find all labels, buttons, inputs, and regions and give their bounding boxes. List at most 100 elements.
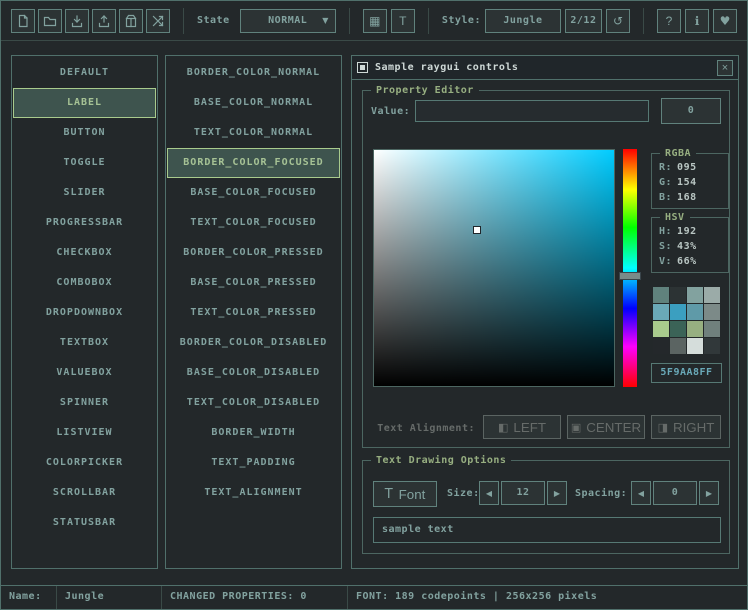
property-item-base_color_disabled[interactable]: BASE_COLOR_DISABLED bbox=[167, 358, 340, 388]
size-decrease-button[interactable]: ◀ bbox=[479, 481, 499, 505]
palette-swatch-15[interactable] bbox=[704, 338, 720, 354]
statusbar-style-name: Jungle bbox=[57, 586, 162, 609]
saturation-value-picker[interactable] bbox=[373, 149, 615, 387]
control-item-combobox[interactable]: COMBOBOX bbox=[13, 268, 156, 298]
palette-swatch-6[interactable] bbox=[687, 304, 703, 320]
new-style-button[interactable] bbox=[11, 9, 35, 33]
control-item-default[interactable]: DEFAULT bbox=[13, 58, 156, 88]
palette-swatch-13[interactable] bbox=[670, 338, 686, 354]
control-item-valuebox[interactable]: VALUEBOX bbox=[13, 358, 156, 388]
property-item-border_color_disabled[interactable]: BORDER_COLOR_DISABLED bbox=[167, 328, 340, 358]
statusbar-name-label: Name: bbox=[1, 586, 57, 609]
palette-swatch-9[interactable] bbox=[670, 321, 686, 337]
property-item-border_color_normal[interactable]: BORDER_COLOR_NORMAL bbox=[167, 58, 340, 88]
text-options-title: Text Drawing Options bbox=[371, 454, 511, 467]
property-item-border_color_pressed[interactable]: BORDER_COLOR_PRESSED bbox=[167, 238, 340, 268]
property-item-text_alignment[interactable]: TEXT_ALIGNMENT bbox=[167, 478, 340, 508]
export-style-button[interactable] bbox=[92, 9, 116, 33]
info-button[interactable]: ℹ bbox=[685, 9, 709, 33]
property-item-border_color_focused[interactable]: BORDER_COLOR_FOCUSED bbox=[167, 148, 340, 178]
hex-color-box[interactable]: 5F9AA8FF bbox=[651, 363, 722, 383]
style-table-button[interactable]: ▦ bbox=[363, 9, 387, 33]
control-item-spinner[interactable]: SPINNER bbox=[13, 388, 156, 418]
property-editor-title: Property Editor bbox=[371, 84, 479, 97]
palette-swatch-12[interactable] bbox=[653, 338, 669, 354]
window-title: Sample raygui controls bbox=[375, 62, 518, 73]
control-item-scrollbar[interactable]: SCROLLBAR bbox=[13, 478, 156, 508]
value-number-box[interactable]: 0 bbox=[661, 98, 721, 124]
property-item-base_color_normal[interactable]: BASE_COLOR_NORMAL bbox=[167, 88, 340, 118]
load-style-button[interactable] bbox=[38, 9, 62, 33]
palette-swatch-8[interactable] bbox=[653, 321, 669, 337]
hsv-row-s: S: 43% bbox=[652, 239, 728, 254]
window-titlebar[interactable]: Sample raygui controls × bbox=[352, 56, 738, 80]
randomize-style-button[interactable] bbox=[146, 9, 170, 33]
rgba-row-b: B: 168 bbox=[652, 190, 728, 205]
palette-swatch-11[interactable] bbox=[704, 321, 720, 337]
control-item-label[interactable]: LABEL bbox=[13, 88, 156, 118]
spacing-increase-button[interactable]: ▶ bbox=[699, 481, 719, 505]
control-item-dropdownbox[interactable]: DROPDOWNBOX bbox=[13, 298, 156, 328]
control-item-checkbox[interactable]: CHECKBOX bbox=[13, 238, 156, 268]
palette-swatch-2[interactable] bbox=[687, 287, 703, 303]
state-dropdown[interactable]: NORMAL ▼ bbox=[240, 9, 336, 33]
control-item-listview[interactable]: LISTVIEW bbox=[13, 418, 156, 448]
hue-slider-handle[interactable] bbox=[619, 272, 641, 280]
help-button[interactable]: ? bbox=[657, 9, 681, 33]
style-selector[interactable]: Jungle bbox=[485, 9, 561, 33]
property-item-text_color_disabled[interactable]: TEXT_COLOR_DISABLED bbox=[167, 388, 340, 418]
sample-text-input[interactable]: sample text bbox=[373, 517, 721, 543]
spacing-valuebox[interactable]: 0 bbox=[653, 481, 697, 505]
hsv-row-v: V: 66% bbox=[652, 254, 728, 269]
toolbar-divider bbox=[643, 8, 644, 34]
palette-swatch-0[interactable] bbox=[653, 287, 669, 303]
hue-slider[interactable] bbox=[623, 149, 637, 387]
reload-style-button[interactable]: ↺ bbox=[606, 9, 630, 33]
control-item-toggle[interactable]: TOGGLE bbox=[13, 148, 156, 178]
style-index-valuebox[interactable]: 2/12 bbox=[565, 9, 602, 33]
font-editor-button[interactable]: T bbox=[391, 9, 415, 33]
hsv-title: HSV bbox=[660, 211, 690, 224]
property-item-text_color_pressed[interactable]: TEXT_COLOR_PRESSED bbox=[167, 298, 340, 328]
close-window-button[interactable]: × bbox=[717, 60, 733, 76]
sponsor-button[interactable]: ♥ bbox=[713, 9, 737, 33]
palette-swatch-10[interactable] bbox=[687, 321, 703, 337]
property-item-text_padding[interactable]: TEXT_PADDING bbox=[167, 448, 340, 478]
control-item-button[interactable]: BUTTON bbox=[13, 118, 156, 148]
property-item-base_color_focused[interactable]: BASE_COLOR_FOCUSED bbox=[167, 178, 340, 208]
size-valuebox[interactable]: 12 bbox=[501, 481, 545, 505]
align-right-button[interactable]: ◨ RIGHT bbox=[651, 415, 721, 439]
toolbar-divider bbox=[428, 8, 429, 34]
spacing-decrease-button[interactable]: ◀ bbox=[631, 481, 651, 505]
align-right-icon: ◨ bbox=[658, 422, 668, 433]
folder-open-icon bbox=[43, 14, 57, 28]
state-dropdown-value: NORMAL bbox=[268, 15, 307, 26]
control-item-textbox[interactable]: TEXTBOX bbox=[13, 328, 156, 358]
value-input[interactable] bbox=[415, 100, 649, 122]
font-icon: T bbox=[385, 487, 393, 502]
palette-swatch-4[interactable] bbox=[653, 304, 669, 320]
control-item-statusbar[interactable]: STATUSBAR bbox=[13, 508, 156, 538]
save-style-button[interactable] bbox=[65, 9, 89, 33]
palette-swatch-5[interactable] bbox=[670, 304, 686, 320]
property-item-text_color_normal[interactable]: TEXT_COLOR_NORMAL bbox=[167, 118, 340, 148]
size-increase-button[interactable]: ▶ bbox=[547, 481, 567, 505]
color-cursor[interactable] bbox=[473, 226, 481, 234]
rgba-group: RGBA R: 095 G: 154 B: 168 bbox=[651, 153, 729, 209]
control-item-colorpicker[interactable]: COLORPICKER bbox=[13, 448, 156, 478]
property-item-base_color_pressed[interactable]: BASE_COLOR_PRESSED bbox=[167, 268, 340, 298]
property-item-border_width[interactable]: BORDER_WIDTH bbox=[167, 418, 340, 448]
property-item-text_color_focused[interactable]: TEXT_COLOR_FOCUSED bbox=[167, 208, 340, 238]
file-button-group bbox=[11, 9, 170, 33]
align-left-button[interactable]: ◧ LEFT bbox=[483, 415, 561, 439]
font-button[interactable]: T Font bbox=[373, 481, 437, 507]
palette-swatch-7[interactable] bbox=[704, 304, 720, 320]
control-item-slider[interactable]: SLIDER bbox=[13, 178, 156, 208]
palette-swatch-3[interactable] bbox=[704, 287, 720, 303]
align-center-button[interactable]: ▣ CENTER bbox=[567, 415, 645, 439]
sample-controls-window: Sample raygui controls × Property Editor… bbox=[351, 55, 739, 569]
pack-style-button[interactable] bbox=[119, 9, 143, 33]
palette-swatch-1[interactable] bbox=[670, 287, 686, 303]
palette-swatch-14[interactable] bbox=[687, 338, 703, 354]
control-item-progressbar[interactable]: PROGRESSBAR bbox=[13, 208, 156, 238]
